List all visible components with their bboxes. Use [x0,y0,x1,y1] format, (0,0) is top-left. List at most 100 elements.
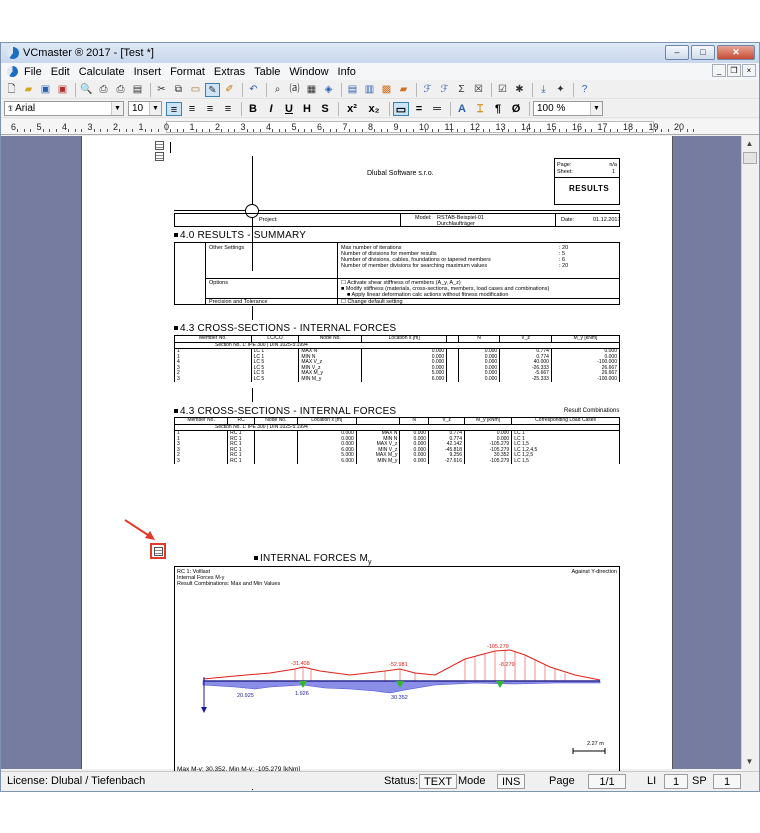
bold-button[interactable]: B [245,102,261,116]
menu-calculate[interactable]: Calculate [79,66,125,78]
copy-icon[interactable]: ⧉ [171,83,186,97]
menu-info[interactable]: Info [338,66,356,78]
ruler-tick [654,129,656,132]
menu-file[interactable]: File [24,66,42,78]
mdi-restore-button[interactable]: ❐ [727,64,741,77]
import-icon[interactable]: ⤓ [536,83,551,97]
font-size-select[interactable]: 10 ▼ [128,101,162,116]
menu-insert[interactable]: Insert [134,66,162,78]
double-line-button[interactable]: ═ [429,102,445,116]
ruler-tick [361,129,363,132]
scroll-up-icon[interactable]: ▲ [742,136,757,151]
project-label: Project: [259,217,278,223]
underline-button[interactable]: U [281,102,297,116]
highlighted-section-marker-icon[interactable] [150,543,166,559]
ruler-tick [508,129,510,132]
menu-extras[interactable]: Extras [214,66,245,78]
sum-icon[interactable]: Σ [454,83,469,97]
edit-icon[interactable]: ✎ [205,82,220,97]
calculate-icon[interactable]: ℱ [420,83,435,97]
ruler-tick [686,129,688,132]
ruler-tick [412,129,414,132]
ruler-tick [195,129,197,132]
save-icon[interactable]: ▣ [38,83,53,97]
italic-button[interactable]: I [263,102,279,116]
ruler[interactable]: 6 5 4 3 2 1 0 1 2 3 4 5 6 7 8 9 10 11 12 13 14 15 16 17 18 19 20 [1,119,759,135]
document-system-icon[interactable] [7,66,18,77]
paragraph-button[interactable]: ¶ [490,102,506,116]
line-style-button[interactable]: ▭ [393,101,409,116]
scroll-down-icon[interactable]: ▼ [742,754,757,769]
help-icon[interactable]: ? [577,83,592,97]
highlight-button[interactable]: ⌶ [472,102,488,116]
graphic-insert-icon[interactable]: ◈ [321,83,336,97]
results-label: RESULTS [569,184,610,193]
mdi-close-button[interactable]: × [742,64,756,77]
text-color-button[interactable]: A [454,102,470,116]
open-folder-icon[interactable]: ▰ [21,83,36,97]
insert-object-icon[interactable]: ▤ [345,83,360,97]
table-cell: 0.000 [399,458,430,464]
chevron-down-icon: ▼ [590,102,602,115]
addin-icon[interactable]: ✦ [553,83,568,97]
format-paint-icon[interactable]: ✐ [222,83,237,97]
ruler-label: 12 [470,122,481,132]
find-icon[interactable]: ⌕ [270,83,285,97]
section-marker-icon[interactable] [155,141,164,150]
undo-icon[interactable]: ↶ [246,83,261,97]
insert-chart-icon[interactable]: ▩ [379,83,394,97]
menu-format[interactable]: Format [170,66,205,78]
insert-dialog-icon[interactable]: ▥ [362,83,377,97]
justify-button[interactable]: ≡ [220,102,236,116]
moment-diagram-frame[interactable]: RC 1: Volllast Against Y-direction Inter… [174,566,620,776]
print-setup-icon[interactable]: ⎙ [113,83,128,97]
print-preview-icon[interactable]: 🔍 [79,83,94,97]
save-all-icon[interactable]: ▣ [55,83,70,97]
ruler-label: 14 [521,122,532,132]
table-row: 3 LC 5 MIN M_y 6.000 0.000 -25.333 -100.000 [174,376,621,382]
minimize-button[interactable]: – [665,45,689,60]
strike-button[interactable]: S [317,102,333,116]
maximize-button[interactable]: □ [691,45,715,60]
export-pdf-icon[interactable]: ▤ [130,83,145,97]
align-right-button[interactable]: ≡ [202,102,218,116]
t1-heading: 4.3 CROSS-SECTIONS - INTERNAL FORCES [174,323,396,334]
mdi-minimize-button[interactable]: _ [712,64,726,77]
formula-icon[interactable]: ℱ [437,83,452,97]
ruler-label: 1 [189,122,195,132]
paste-icon[interactable]: ▭ [188,83,203,97]
menu-edit[interactable]: Edit [51,66,70,78]
diameter-button[interactable]: Ø [508,102,524,116]
zoom-select[interactable]: 100 % ▼ [533,101,603,116]
variable-icon[interactable]: ⒜ [287,83,302,97]
new-document-icon[interactable]: 🗋 [4,83,19,97]
insert-link-icon[interactable]: ▰ [396,83,411,97]
ruler-tick [661,129,663,132]
align-center-button[interactable]: ≡ [184,102,200,116]
subscript-button[interactable]: x₂ [364,102,384,116]
close-button[interactable]: ✕ [717,45,755,60]
date-value: 01.12.2017 [593,217,621,223]
title-bar[interactable]: VCmaster ® 2017 - [Test *] – □ ✕ [1,43,759,63]
cut-icon[interactable]: ✂ [154,83,169,97]
check-icon[interactable]: ☒ [471,83,486,97]
document-page[interactable]: Dlubal Software s.r.o. Page: n/a Sheet: … [81,136,673,790]
settings-icon[interactable]: ✱ [512,83,527,97]
menu-window[interactable]: Window [289,66,328,78]
superscript-button[interactable]: x² [342,102,362,116]
verify-icon[interactable]: ☑ [495,83,510,97]
font-select[interactable]: 𝕿 Arial ▼ [4,101,124,116]
menu-table[interactable]: Table [254,66,280,78]
section-marker-icon[interactable] [155,152,164,161]
print-icon[interactable]: ⎙ [96,83,111,97]
vertical-scrollbar[interactable]: ▲ ▼ [741,136,758,769]
table-cell [446,376,459,382]
sp-label: SP [692,775,707,787]
scroll-thumb[interactable] [743,152,757,164]
format-toolbar: 𝕿 Arial ▼ 10 ▼ ≡ ≡ ≡ ≡ B I U H S x² x₂ ▭… [1,100,759,118]
heading-button[interactable]: H [299,102,315,116]
align-left-button[interactable]: ≡ [166,101,182,116]
document-area[interactable]: Dlubal Software s.r.o. Page: n/a Sheet: … [1,136,741,790]
table-icon[interactable]: ▦ [304,83,319,97]
equals-button[interactable]: = [411,102,427,116]
